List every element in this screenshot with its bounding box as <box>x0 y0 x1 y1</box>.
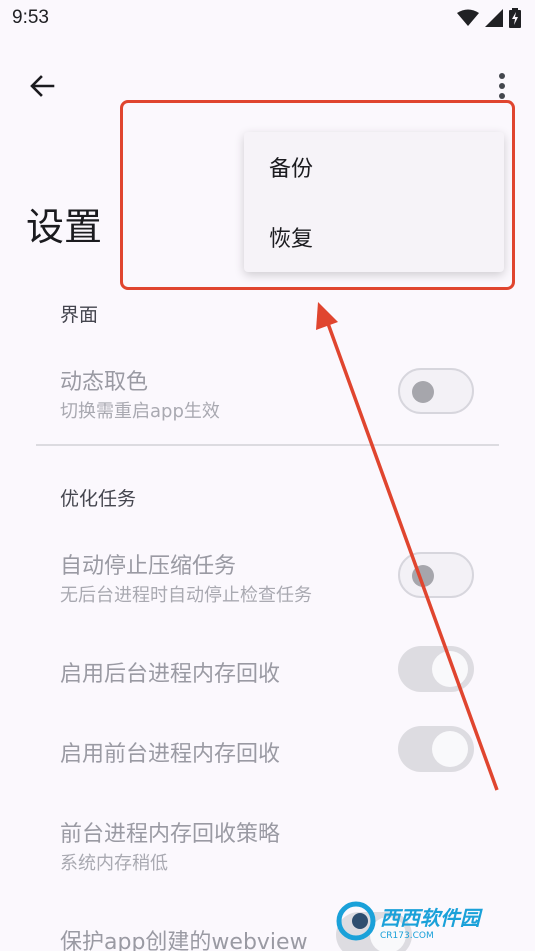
pref-title: 前台进程内存回收策略 <box>60 822 281 847</box>
section-divider <box>36 444 499 446</box>
foreground-reclaim-switch[interactable] <box>398 726 474 772</box>
status-icons <box>457 8 521 28</box>
menu-item-restore[interactable]: 恢复 <box>244 207 504 267</box>
pref-summary: 系统内存稍低 <box>60 853 168 874</box>
background-reclaim-switch[interactable] <box>398 646 474 692</box>
status-time: 9:53 <box>12 7 49 28</box>
section-header-interface: 界面 <box>60 304 99 326</box>
more-options-button[interactable] <box>484 66 520 106</box>
more-vert-icon <box>499 73 505 99</box>
switch-thumb <box>432 731 468 767</box>
back-button[interactable] <box>22 66 62 106</box>
watermark-logo: 西西软件园 CR173.COM <box>336 896 521 946</box>
watermark-subtext: CR173.COM <box>380 930 434 941</box>
pref-title: 动态取色 <box>60 370 149 395</box>
logo-icon <box>336 901 376 941</box>
status-bar: 9:53 <box>0 0 535 36</box>
wifi-icon <box>457 9 479 26</box>
arrow-back-icon <box>30 75 55 97</box>
auto-stop-compress-switch[interactable] <box>398 552 474 598</box>
signal-icon <box>485 9 503 27</box>
app-bar <box>0 58 535 110</box>
pref-summary: 切换需重启app生效 <box>60 401 220 422</box>
pref-title: 自动停止压缩任务 <box>60 554 237 579</box>
section-header-optimize: 优化任务 <box>60 488 137 510</box>
page-title: 设置 <box>26 205 103 249</box>
switch-thumb <box>432 651 468 687</box>
menu-item-backup[interactable]: 备份 <box>244 137 504 197</box>
watermark-text: 西西软件园 <box>380 905 480 930</box>
pref-summary: 无后台进程时自动停止检查任务 <box>60 585 312 606</box>
pref-title: 启用前台进程内存回收 <box>60 742 281 767</box>
pref-title: 启用后台进程内存回收 <box>60 662 281 687</box>
dynamic-color-switch[interactable] <box>398 368 474 414</box>
pref-title: 保护app创建的webview <box>60 930 308 951</box>
switch-thumb <box>412 381 434 403</box>
battery-charging-icon <box>509 8 521 28</box>
switch-thumb <box>412 565 434 587</box>
overflow-menu: 备份 恢复 <box>244 132 504 272</box>
watermark-text-block: 西西软件园 CR173.COM <box>380 902 480 941</box>
